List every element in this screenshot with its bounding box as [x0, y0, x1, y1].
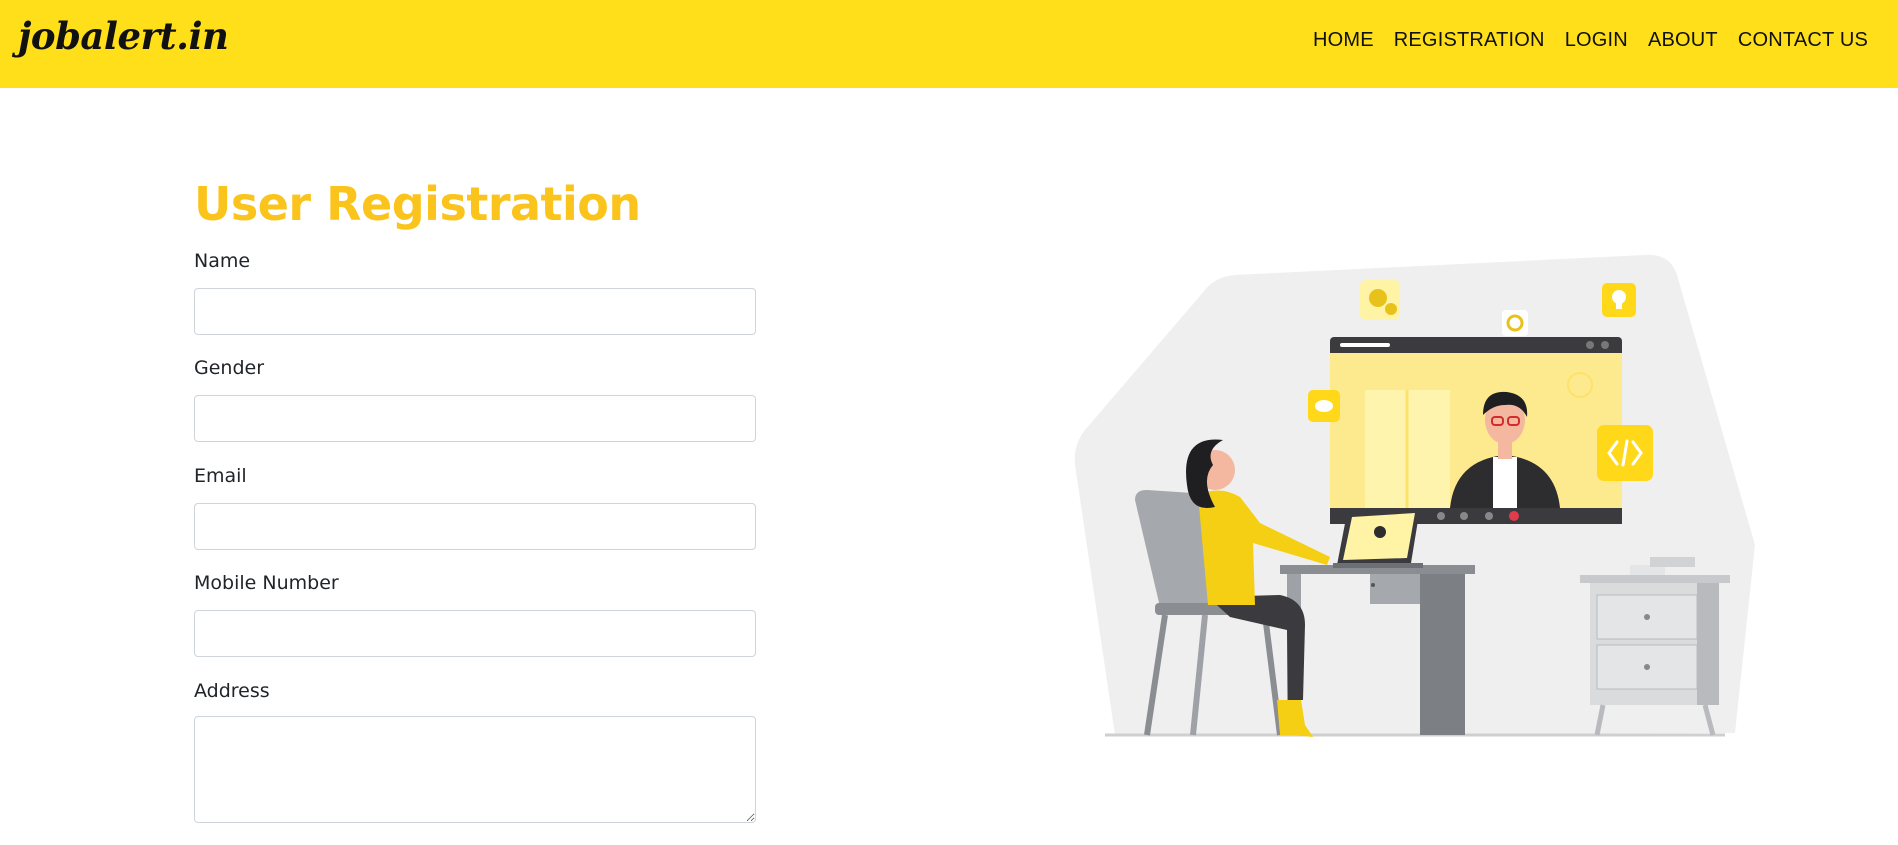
target-icon — [1502, 310, 1528, 336]
address-field-group: Address — [194, 680, 756, 823]
mobile-field-group: Mobile Number — [194, 572, 756, 657]
name-label: Name — [194, 250, 251, 272]
email-label: Email — [194, 465, 247, 487]
address-textarea[interactable] — [194, 716, 756, 823]
end-call-icon — [1509, 511, 1519, 521]
laptop — [1333, 508, 1423, 568]
top-navbar: jobalert.in HOME REGISTRATION LOGIN ABOU… — [0, 0, 1898, 88]
mobile-label: Mobile Number — [194, 572, 339, 594]
name-field-group: Name — [194, 250, 756, 335]
email-field-group: Email — [194, 465, 756, 550]
gender-label: Gender — [194, 357, 265, 379]
nav-login[interactable]: LOGIN — [1565, 29, 1628, 52]
brand-logo[interactable]: jobalert.in — [18, 14, 229, 58]
page-title: User Registration — [194, 177, 641, 231]
email-input[interactable] — [194, 503, 756, 550]
address-label: Address — [194, 680, 270, 702]
video-call-window — [1330, 337, 1622, 524]
registration-form: User Registration Name Gender Email Mobi… — [194, 170, 756, 823]
name-input[interactable] — [194, 288, 756, 335]
nav-registration[interactable]: REGISTRATION — [1394, 29, 1545, 52]
mobile-input[interactable] — [194, 610, 756, 657]
gender-field-group: Gender — [194, 357, 756, 442]
main-nav: HOME REGISTRATION LOGIN ABOUT CONTACT US — [1313, 29, 1868, 52]
nav-about[interactable]: ABOUT — [1648, 29, 1718, 52]
nav-contact-us[interactable]: CONTACT US — [1738, 29, 1868, 52]
nav-home[interactable]: HOME — [1313, 29, 1374, 52]
video-interview-illustration — [1074, 254, 1755, 737]
gender-input[interactable] — [194, 395, 756, 442]
